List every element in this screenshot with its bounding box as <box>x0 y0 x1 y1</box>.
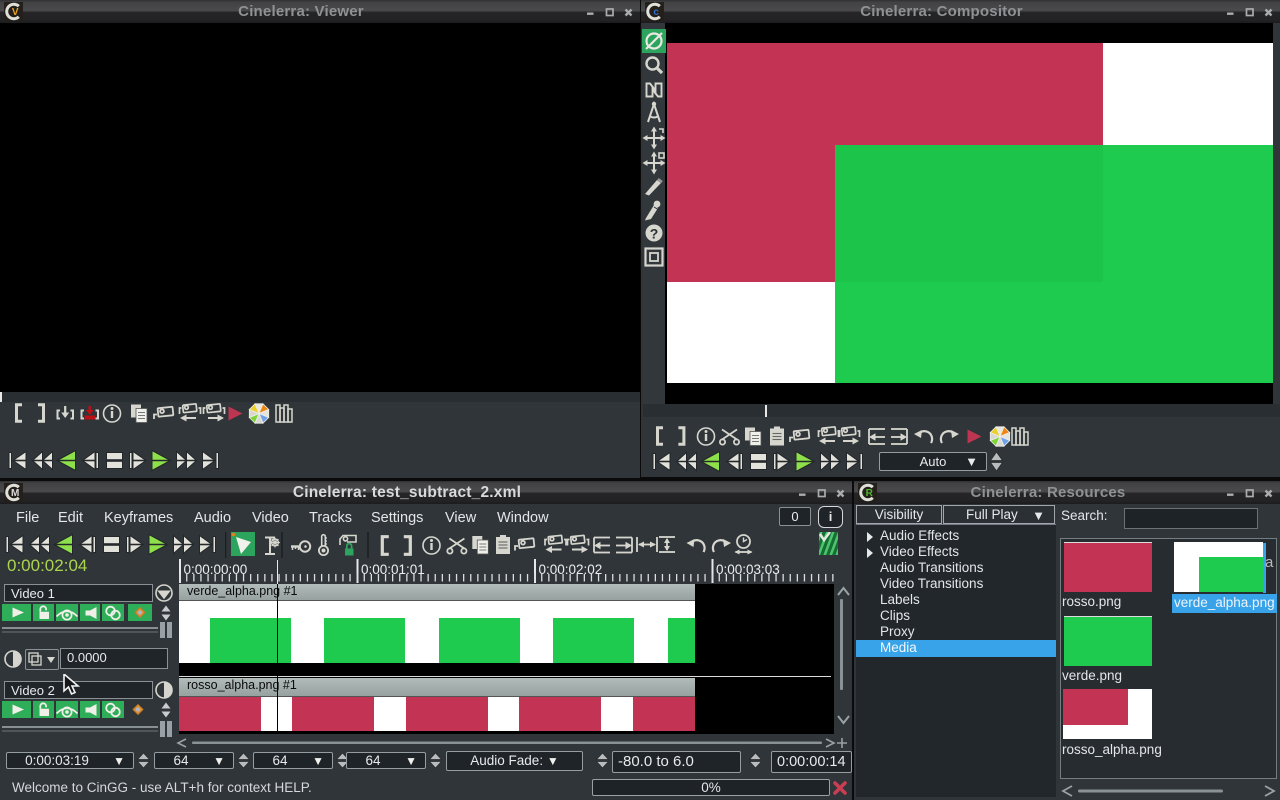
svg-text:?: ? <box>650 226 659 242</box>
svg-text:V: V <box>12 7 19 18</box>
svg-text:c: c <box>653 7 659 18</box>
svg-text:M: M <box>11 488 19 499</box>
svg-text:R: R <box>866 488 874 499</box>
